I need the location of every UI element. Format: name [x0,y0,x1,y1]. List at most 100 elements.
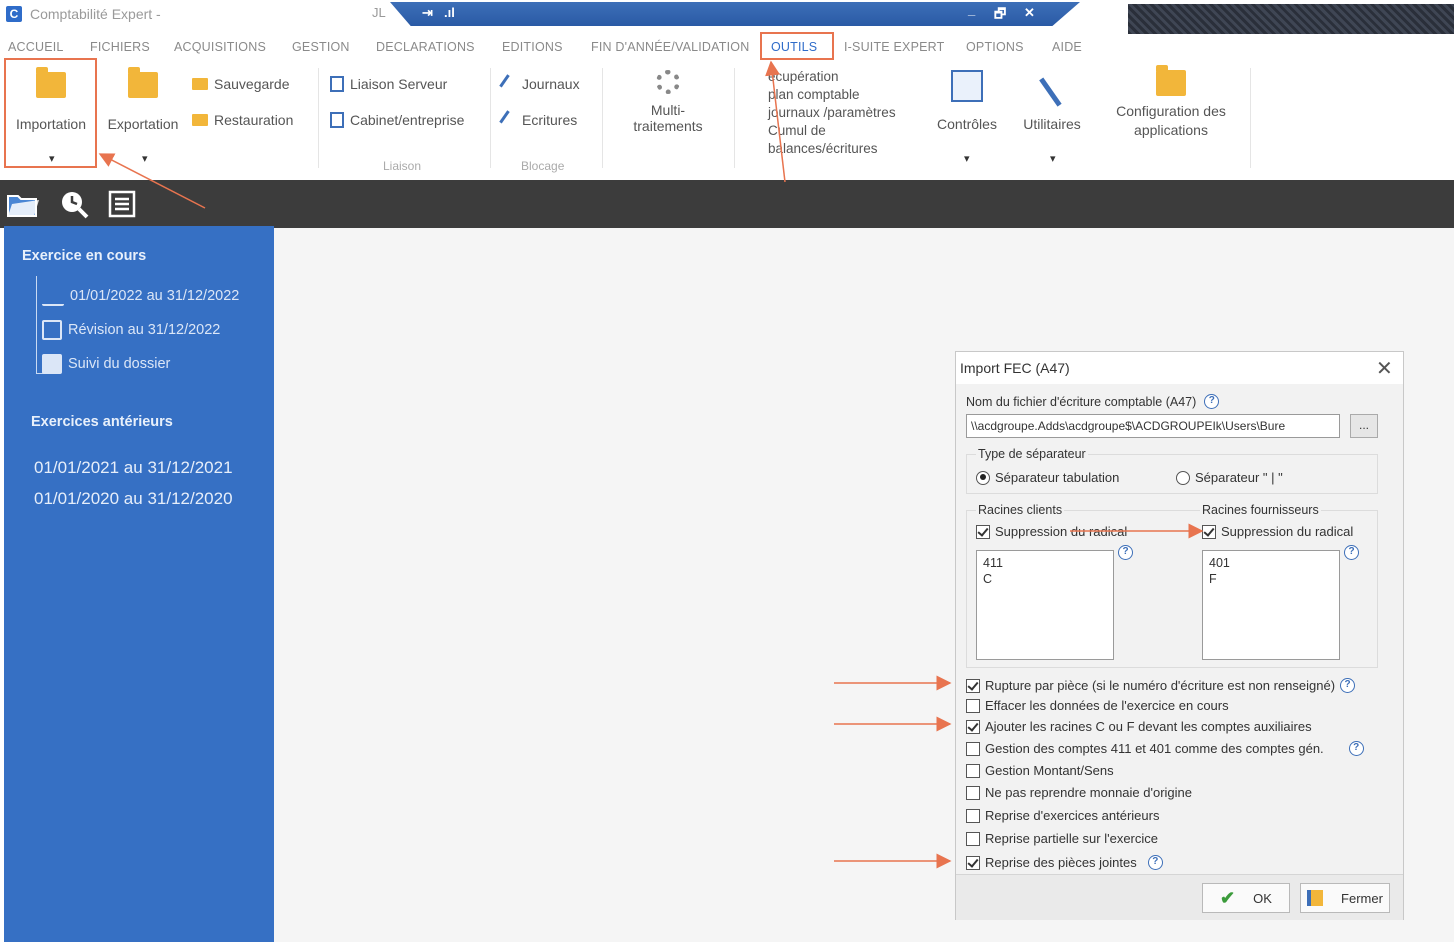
option-effacer[interactable]: Effacer les données de l'exercice en cou… [966,698,1229,713]
configuration-button[interactable]: Configuration des applications [1104,65,1238,140]
tab-isuite-expert[interactable]: I-SUITE EXPERT [844,40,945,54]
close-window-button[interactable]: ✕ [1024,5,1035,21]
sidebar-item-2020[interactable]: 01/01/2020 au 31/12/2020 [34,489,233,509]
help-icon[interactable]: ? [1147,855,1163,870]
checkbox-checked[interactable] [976,524,990,539]
checkbox-checked[interactable] [966,719,980,734]
dialog-close-button[interactable]: ✕ [1376,356,1393,381]
tab-gestion[interactable]: GESTION [292,40,350,54]
folder-open-icon[interactable] [6,188,40,220]
exportation-dropdown-icon[interactable]: ▾ [142,152,148,165]
option-montant-sens[interactable]: Gestion Montant/Sens [966,763,1114,778]
tab-fichiers[interactable]: FICHIERS [90,40,150,54]
list-document-icon[interactable] [106,188,140,220]
suppliers-suppression-checkbox[interactable]: Suppression du radical [1202,524,1353,539]
search-history-icon[interactable] [58,188,92,220]
sauvegarde-button[interactable]: Sauvegarde [192,76,290,92]
help-icon[interactable]: ? [1118,545,1133,560]
dialog-footer: ✔ OK Fermer [956,874,1403,920]
clients-racines-list[interactable]: 411 C [976,550,1114,660]
exportation-button[interactable]: Exportation [102,67,184,132]
tab-acquisitions[interactable]: ACQUISITIONS [174,40,266,54]
checkbox-checked[interactable] [1202,524,1216,539]
clients-suppression-checkbox[interactable]: Suppression du radical [976,524,1127,539]
option-pieces-jointes[interactable]: Reprise des pièces jointes ? [966,855,1163,870]
journaux-label: Journaux [522,76,580,92]
controles-button[interactable]: Contrôles [930,70,1004,132]
tab-accueil[interactable]: ACCUEIL [8,40,64,54]
radio-selected[interactable] [976,470,990,485]
pin-icon[interactable]: ⇥ [422,5,433,21]
suppliers-racines-list[interactable]: 401 F [1202,550,1340,660]
browse-button[interactable]: ... [1350,414,1378,438]
fermer-button[interactable]: Fermer [1300,883,1390,913]
ribbon-divider [490,68,491,168]
file-path-input[interactable]: \\acdgroupe.Adds\acdgroupe$\ACDGROUPEIk\… [966,414,1340,438]
checkbox-checked[interactable] [966,678,980,693]
list-item: F [1209,572,1217,586]
sidebar-item-2021[interactable]: 01/01/2021 au 31/12/2021 [34,458,233,478]
cabinet-entreprise-button[interactable]: Cabinet/entreprise [330,112,464,128]
help-icon[interactable]: ? [1344,545,1359,560]
option-rupture[interactable]: Rupture par pièce (si le numéro d'écritu… [966,678,1356,693]
option-label: Ajouter les racines C ou F devant les co… [985,719,1312,734]
ecritures-label: Ecritures [522,112,578,128]
suppliers-label: Racines fournisseurs [1200,503,1321,517]
tab-options[interactable]: OPTIONS [966,40,1024,54]
sidebar-item-suivi[interactable]: Suivi du dossier [42,354,170,374]
importation-highlight-box [4,58,97,168]
sidebar-item-revision[interactable]: Révision au 31/12/2022 [42,320,220,340]
checkbox-checked[interactable] [966,855,980,870]
minimize-button[interactable]: _ [968,2,975,17]
utilitaires-label: Utilitaires [1023,116,1081,132]
checkbox-unchecked[interactable] [966,831,980,846]
checkbox-unchecked[interactable] [966,698,980,713]
server-icon [330,76,344,92]
option-label: Effacer les données de l'exercice en cou… [985,698,1229,713]
checkbox-unchecked[interactable] [966,741,980,756]
cumul-button[interactable]: Cumul de balances/écritures [744,122,924,158]
group-label-liaison: Liaison [383,159,422,173]
option-reprise-exercices[interactable]: Reprise d'exercices antérieurs [966,808,1159,823]
ok-label: OK [1253,890,1272,906]
file-name-label-row: Nom du fichier d'écriture comptable (A47… [966,394,1220,409]
navigation-strip [0,180,1454,228]
multi-label-1: Multi- [650,102,686,118]
checkbox-unchecked[interactable] [966,763,980,778]
gear-icon [656,70,680,94]
tab-aide[interactable]: AIDE [1052,40,1082,54]
multi-traitements-button[interactable]: Multi- traitements [622,70,714,134]
sep-pipe-radio[interactable]: Séparateur " | " [1176,470,1283,485]
option-ajouter-racines[interactable]: Ajouter les racines C ou F devant les co… [966,719,1312,734]
journaux-button[interactable]: Journaux [499,74,580,94]
help-icon[interactable]: ? [1340,678,1356,693]
option-reprise-partielle[interactable]: Reprise partielle sur l'exercice [966,831,1158,846]
help-icon[interactable]: ? [1348,741,1364,756]
restore-button[interactable]: 🗗 [994,5,1006,27]
ecritures-button[interactable]: Ecritures [499,110,578,130]
option-monnaie[interactable]: Ne pas reprendre monnaie d'origine [966,785,1192,800]
option-gestion-comptes[interactable]: Gestion des comptes 411 et 401 comme des… [966,741,1364,756]
tab-editions[interactable]: EDITIONS [502,40,563,54]
ok-button[interactable]: ✔ OK [1202,883,1290,913]
share-arrow-icon [42,354,62,374]
tab-declarations[interactable]: DECLARATIONS [376,40,475,54]
sidebar-item-current-period[interactable]: 01/01/2022 au 31/12/2022 [42,286,239,306]
fermer-label: Fermer [1341,890,1383,906]
title-bar: C Comptabilité Expert - JL ⇥ .ıl _ 🗗 ✕ [0,0,1454,34]
radio-unselected[interactable] [1176,470,1190,485]
exportation-label: Exportation [107,116,179,132]
utilitaires-button[interactable]: Utilitaires [1014,65,1090,132]
checkbox-unchecked[interactable] [966,785,980,800]
liaison-serveur-button[interactable]: Liaison Serveur [330,76,447,92]
checkbox-unchecked[interactable] [966,808,980,823]
utilitaires-dropdown-icon[interactable]: ▾ [1050,152,1056,165]
controles-dropdown-icon[interactable]: ▾ [964,152,970,165]
recuperation-button[interactable]: écupération plan comptable journaux /par… [744,68,924,122]
config-label-2: applications [1134,122,1208,138]
restauration-button[interactable]: Restauration [192,112,293,128]
controles-label: Contrôles [937,116,997,132]
help-icon[interactable]: ? [1204,394,1220,409]
sep-tab-radio[interactable]: Séparateur tabulation [976,470,1119,485]
tab-fin-annee[interactable]: FIN D'ANNÉE/VALIDATION [591,40,749,54]
